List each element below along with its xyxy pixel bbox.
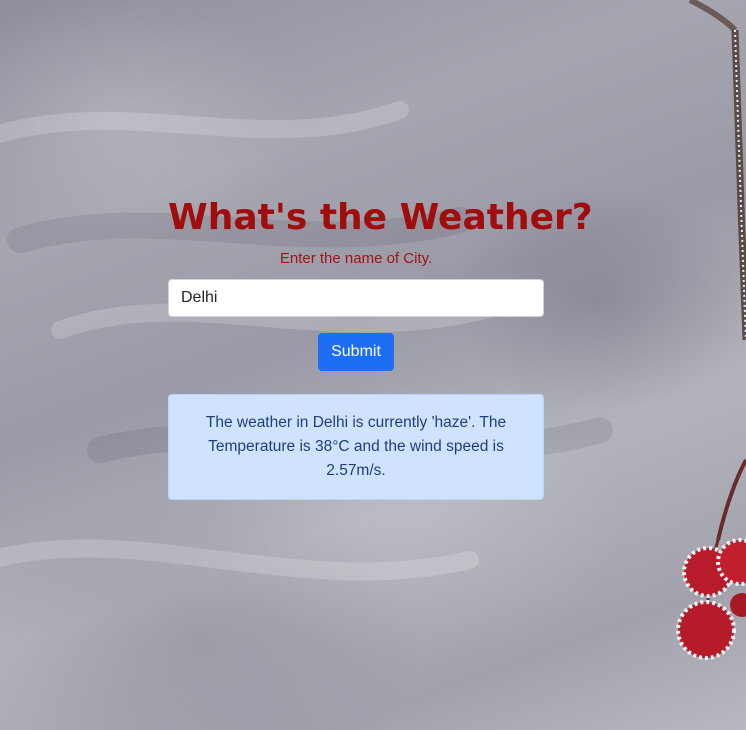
branch-decoration [688,0,746,601]
city-field-label: Enter the name of City. [279,250,433,267]
weather-result-alert: The weather in Delhi is currently 'haze'… [168,394,544,500]
city-input[interactable] [168,279,544,317]
page-title: What's the Weather? [168,197,593,238]
weather-result-text: The weather in Delhi is currently 'haze'… [205,414,507,479]
submit-button[interactable]: Submit [318,333,394,371]
berries-decoration [676,538,746,660]
weather-form-container: What's the Weather? Enter the name of Ci… [168,190,593,500]
